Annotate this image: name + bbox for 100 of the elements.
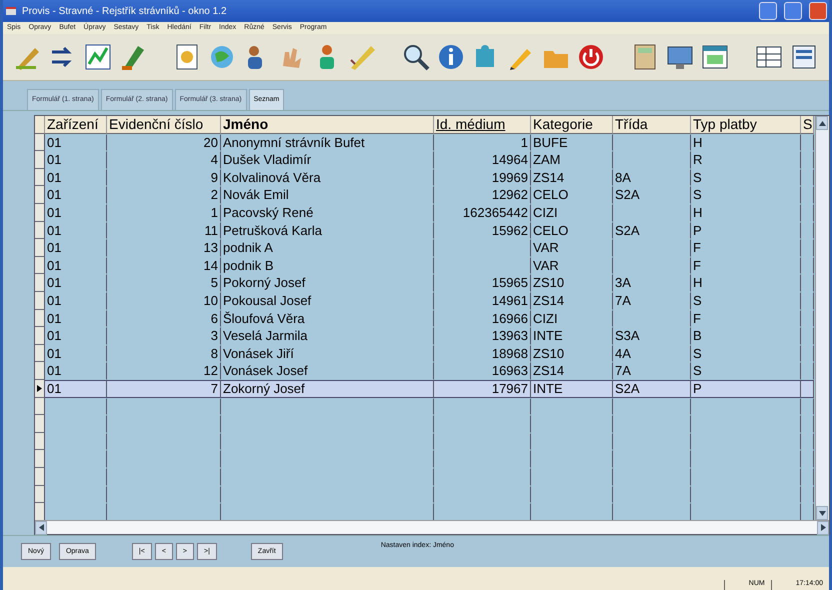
column-header[interactable]: S [801, 116, 814, 134]
table-cell: podnik B [221, 256, 434, 274]
table-cell: 15962 [434, 222, 531, 240]
column-header[interactable]: Zařízení [45, 116, 107, 134]
row-marker[interactable] [35, 398, 45, 416]
row-marker[interactable] [35, 168, 45, 186]
table-cell: S [691, 168, 801, 186]
table-cell: Pokorný Josef [221, 274, 434, 292]
table-cell: 9 [107, 168, 221, 186]
column-header[interactable]: Kategorie [531, 116, 613, 134]
table-cell: F [691, 239, 801, 257]
table-cell: ZS14 [531, 292, 613, 310]
table-cell: 8 [107, 344, 221, 362]
row-marker[interactable] [35, 274, 45, 292]
table-cell: 18968 [434, 344, 531, 362]
horizontal-scrollbar[interactable] [35, 520, 829, 534]
table-cell: 5 [107, 274, 221, 292]
close-button[interactable] [809, 2, 827, 20]
row-marker[interactable] [35, 239, 45, 257]
table-cell: 1 [434, 134, 531, 152]
table-cell: 2 [107, 186, 221, 204]
column-header[interactable]: Id. médium [434, 116, 531, 134]
table-cell: Novák Emil [221, 186, 434, 204]
table-cell: 162365442 [434, 204, 531, 222]
vertical-scrollbar[interactable] [815, 116, 829, 520]
right-arrow-icon[interactable] [820, 524, 826, 532]
column-header[interactable]: Jméno [221, 116, 434, 134]
column-header[interactable]: Třída [613, 116, 691, 134]
table-cell: S2A [613, 222, 691, 240]
row-marker[interactable] [35, 468, 45, 486]
row-marker[interactable] [35, 362, 45, 380]
table-cell: 1 [107, 204, 221, 222]
current-row-icon [37, 384, 42, 392]
table-cell: 01 [45, 274, 107, 292]
left-arrow-icon[interactable] [38, 524, 44, 532]
table-cell: BUFE [531, 134, 613, 152]
table-cell: Pokousal Josef [221, 292, 434, 310]
row-marker[interactable] [35, 486, 45, 504]
chart-icon[interactable] [83, 42, 113, 72]
table-cell: Zokorný Josef [221, 380, 434, 398]
table-cell: 10 [107, 292, 221, 310]
table-cell: Kolvalinová Věra [221, 168, 434, 186]
table-cell: ZS10 [531, 344, 613, 362]
row-marker[interactable] [35, 256, 45, 274]
row-marker[interactable] [35, 186, 45, 204]
table-cell: CELO [531, 222, 613, 240]
row-marker[interactable] [35, 415, 45, 433]
table-cell: 12962 [434, 186, 531, 204]
row-marker[interactable] [35, 432, 45, 450]
row-marker[interactable] [35, 327, 45, 345]
table-cell: CIZI [531, 204, 613, 222]
row-marker[interactable] [35, 344, 45, 362]
table-cell: 3A [613, 274, 691, 292]
table-cell: 01 [45, 344, 107, 362]
table-cell: 11 [107, 222, 221, 240]
table-cell: INTE [531, 380, 613, 398]
table-cell: 14961 [434, 292, 531, 310]
row-marker[interactable] [35, 380, 45, 398]
table-cell: F [691, 310, 801, 328]
row-marker[interactable] [35, 204, 45, 222]
table-cell: 4 [107, 151, 221, 169]
table-cell: 01 [45, 151, 107, 169]
minimize-button[interactable] [759, 2, 777, 20]
table-cell: ZS10 [531, 274, 613, 292]
row-marker[interactable] [35, 503, 45, 520]
table-cell: P [691, 222, 801, 240]
table-cell: 01 [45, 222, 107, 240]
header-corner [35, 116, 45, 134]
table-cell: 20 [107, 134, 221, 152]
table-cell: S [691, 186, 801, 204]
table-cell: 01 [45, 380, 107, 398]
table-cell: ZS14 [531, 168, 613, 186]
maximize-button[interactable] [784, 2, 802, 20]
table-cell: 01 [45, 186, 107, 204]
row-marker[interactable] [35, 134, 45, 152]
table-cell: 01 [45, 292, 107, 310]
table-cell: 15965 [434, 274, 531, 292]
column-header[interactable]: Typ platby [691, 116, 801, 134]
down-arrow-icon[interactable] [818, 510, 826, 516]
table-cell: 16966 [434, 310, 531, 328]
table-cell: H [691, 134, 801, 152]
row-marker[interactable] [35, 222, 45, 240]
table-cell: Vonásek Jiří [221, 344, 434, 362]
table-cell: 01 [45, 310, 107, 328]
table-cell: 14 [107, 256, 221, 274]
row-marker[interactable] [35, 450, 45, 468]
table-cell: 17967 [434, 380, 531, 398]
table-cell: H [691, 274, 801, 292]
column-header[interactable]: Evidenční číslo [107, 116, 221, 134]
row-marker[interactable] [35, 151, 45, 169]
table-cell: 01 [45, 239, 107, 257]
table-cell: INTE [531, 327, 613, 345]
table-cell: 01 [45, 134, 107, 152]
table-cell: Anonymní strávník Bufet [221, 134, 434, 152]
up-arrow-icon[interactable] [818, 120, 826, 126]
app-icon [5, 5, 17, 17]
table-cell: ZAM [531, 151, 613, 169]
table-cell: F [691, 256, 801, 274]
row-marker[interactable] [35, 292, 45, 310]
row-marker[interactable] [35, 310, 45, 328]
